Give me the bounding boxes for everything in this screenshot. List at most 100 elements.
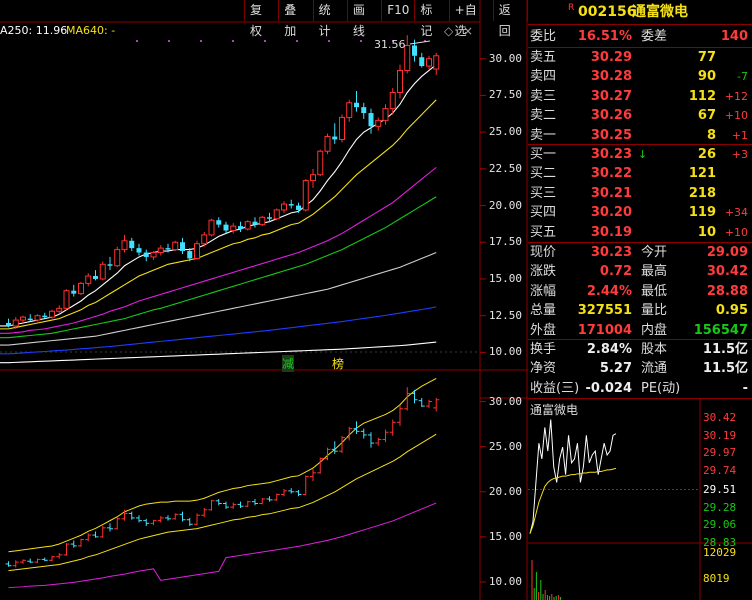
candle-body <box>288 204 294 206</box>
stats-label: 外盘 <box>530 322 557 338</box>
stats2-label2: 股本 <box>641 342 668 357</box>
y-tick-label: 22.50 <box>488 161 522 175</box>
buys-label: 买三 <box>530 185 557 201</box>
weibi-row: 委比 16.51% 委差 140 <box>528 27 752 46</box>
stats-label2: 内盘 <box>641 322 668 338</box>
stock-name: 通富微电 <box>632 4 688 20</box>
stats-value2: 30.42 <box>706 264 748 280</box>
diamond-icon[interactable]: ◇ <box>444 24 453 38</box>
sells-price: 30.28 <box>590 69 632 85</box>
tb-stats-button[interactable]: 统计 <box>312 0 347 38</box>
sells-price: 30.26 <box>590 108 632 124</box>
close-icon[interactable]: × <box>463 24 473 38</box>
stats-label2: 今开 <box>641 245 668 260</box>
candle-body <box>150 252 157 258</box>
candle-body <box>49 310 55 318</box>
candle-body <box>296 205 301 210</box>
candle-body <box>136 248 142 253</box>
kline-chart-area[interactable]: 复权 叠加 统计 画线 F10 标记 +自选 返回 A250: 11.96 MA… <box>0 0 528 600</box>
candle-body <box>419 57 425 67</box>
candle-body <box>346 102 353 118</box>
tb-mark-button[interactable]: 标记 <box>414 0 448 38</box>
sub-y-tick-label: 10.00 <box>488 574 522 588</box>
candle-body <box>324 136 331 152</box>
buys-price: 30.20 <box>590 205 632 221</box>
stats-value: 30.23 <box>590 245 632 260</box>
buys-row: 买五 30.19 10 +10 <box>528 223 752 242</box>
mini-price-tick: 30.42 <box>703 411 737 424</box>
candle-body <box>27 318 33 321</box>
sells-label: 卖二 <box>530 108 557 124</box>
sub-y-tick-label: 25.00 <box>488 439 522 453</box>
stats-label: 涨幅 <box>530 283 557 299</box>
buys-label: 买一 <box>530 147 557 162</box>
stats2-value: 5.27 <box>599 361 632 377</box>
tb-restore-rights-button[interactable]: 复权 <box>244 0 278 38</box>
candle-body <box>165 248 171 250</box>
stats-value: 0.72 <box>599 264 632 280</box>
row-dot <box>264 40 266 42</box>
mid-band <box>8 433 437 572</box>
candle-body <box>332 136 338 140</box>
candle-body <box>78 282 84 295</box>
buys-volume: 26 <box>697 147 716 162</box>
lower-band <box>8 502 437 589</box>
mini-price-line <box>529 419 617 534</box>
candle-body <box>244 221 251 230</box>
candle-body <box>12 319 19 327</box>
tb-overlay-button[interactable]: 叠加 <box>278 0 312 38</box>
candle-body <box>433 55 440 70</box>
buys-row: 买四 30.20 119 +34 <box>528 203 752 222</box>
stats-value2: 156547 <box>693 322 748 338</box>
tb-f10-button[interactable]: F10 <box>381 0 414 21</box>
candle-body <box>238 226 243 230</box>
rank-marker[interactable]: 榜 <box>332 355 344 372</box>
candle-body <box>267 217 272 219</box>
stats-label: 总量 <box>530 303 557 319</box>
intraday-mini-chart[interactable]: 通富微电 30.42 30.19 29.97 29.74 29.51 29.28 29.06… <box>528 398 752 600</box>
buys-price: 30.23 <box>590 147 632 162</box>
candle-body <box>273 209 280 220</box>
sells-label: 卖四 <box>530 69 557 85</box>
buys-label: 买四 <box>530 205 557 221</box>
kline-svg[interactable] <box>0 0 528 600</box>
stock-code: 002156 <box>578 4 637 20</box>
buys-volume: 10 <box>697 224 716 240</box>
sells-volume: 77 <box>697 50 716 65</box>
candle-body <box>375 119 382 127</box>
stats2-row: 净资 5.27 流通 11.5亿 <box>528 359 752 378</box>
stock-header: R 002156 通富微电 <box>528 3 752 22</box>
reduce-marker[interactable]: 减 <box>282 355 295 372</box>
candle-body <box>99 263 106 280</box>
candle-body <box>157 247 164 254</box>
ma640-label: MA640: - <box>66 24 116 37</box>
buys-label: 买五 <box>530 224 557 240</box>
candle-body <box>368 113 374 127</box>
candle-body <box>93 276 98 279</box>
stats2-label: 净资 <box>530 361 557 377</box>
candle-body <box>42 315 48 318</box>
mini-volume-tick: 8019 <box>703 572 730 585</box>
candle-body <box>129 240 135 249</box>
stats-row: 总量 327551 量比 0.95 <box>528 301 752 320</box>
stats-value2: 28.88 <box>706 283 748 299</box>
stats-value2: 0.95 <box>715 303 748 319</box>
y-tick-label: 12.50 <box>488 308 522 322</box>
y-tick-label: 10.00 <box>488 345 522 359</box>
buys-price: 30.21 <box>590 185 632 201</box>
stats2-row: 收益(三) -0.024 PE(动) - <box>528 379 752 398</box>
stats-value: 327551 <box>577 303 632 319</box>
candle-body <box>6 323 11 326</box>
tb-draw-button[interactable]: 画线 <box>346 0 381 38</box>
candle-body <box>85 275 92 284</box>
stats2-label: 换手 <box>530 342 557 357</box>
sub-y-tick-label: 30.00 <box>488 394 522 408</box>
ma-line-0 <box>0 64 437 327</box>
candle-body <box>259 216 266 226</box>
sells-row: 卖四 30.28 90 -7 <box>528 67 752 86</box>
sells-change: +12 <box>724 89 748 103</box>
sells-price: 30.29 <box>590 50 632 65</box>
stats-label: 涨跌 <box>530 264 557 280</box>
buys-volume: 218 <box>688 185 716 201</box>
weicha-value: 140 <box>720 29 748 44</box>
